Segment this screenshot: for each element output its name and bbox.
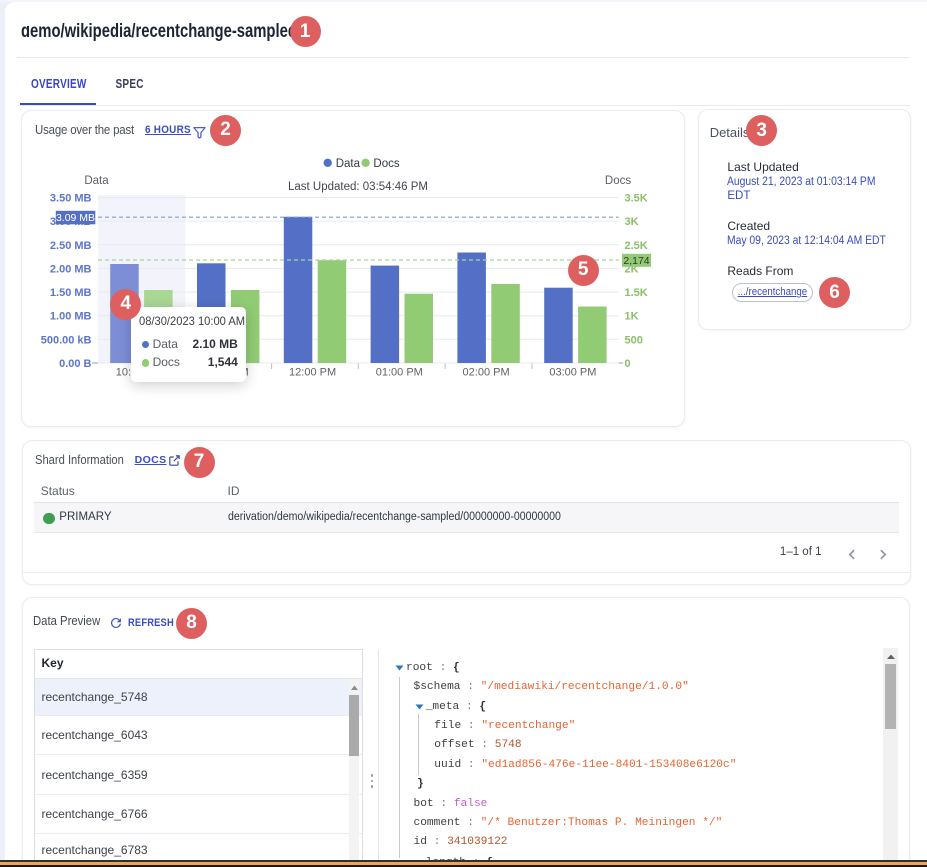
svg-text:02:00 PM: 02:00 PM [463,367,510,379]
svg-text:Data: Data [84,175,109,187]
svg-text:500.00 kB: 500.00 kB [41,334,92,346]
svg-text:Docs: Docs [373,158,399,170]
svg-text:2,174: 2,174 [623,255,649,267]
svg-text:1K: 1K [625,311,639,323]
svg-text:3K: 3K [625,216,639,228]
svg-text:3.09 MB: 3.09 MB [56,212,95,224]
svg-text:3.50 MB: 3.50 MB [50,193,92,205]
svg-text:Last Updated: 03:54:46 PM: Last Updated: 03:54:46 PM [288,181,428,193]
svg-text:Docs: Docs [605,175,631,187]
svg-text:0: 0 [625,358,631,370]
svg-text:03:00 PM: 03:00 PM [549,367,596,379]
svg-text:Data: Data [336,158,361,170]
svg-text:1.5K: 1.5K [625,287,648,299]
svg-text:500: 500 [625,334,643,346]
svg-text:1.00 MB: 1.00 MB [50,311,92,323]
svg-text:12:00 PM: 12:00 PM [289,367,336,379]
svg-text:2.50 MB: 2.50 MB [50,240,92,252]
svg-text:2.5K: 2.5K [625,240,648,252]
svg-text:01:00 PM: 01:00 PM [376,367,423,379]
svg-text:0.00 B: 0.00 B [59,358,91,370]
svg-text:2.00 MB: 2.00 MB [50,263,92,275]
svg-text:3.5K: 3.5K [625,193,648,205]
svg-text:1.50 MB: 1.50 MB [50,287,92,299]
